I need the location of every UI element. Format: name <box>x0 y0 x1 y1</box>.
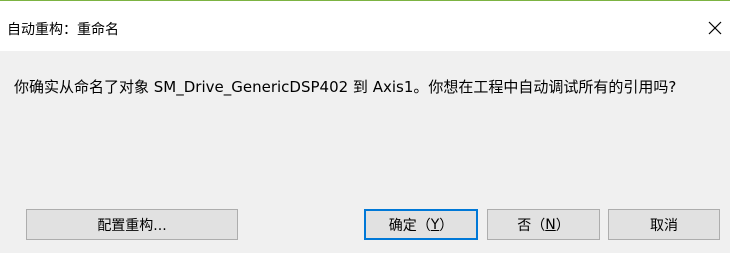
no-label-prefix: 否（ <box>517 217 546 234</box>
message-text-end: 。你想在工程中自动调试所有的引用吗? <box>413 78 677 96</box>
cancel-button[interactable]: 取消 <box>608 209 720 240</box>
rename-refactor-dialog: 自动重构：重命名 你确实从命名了对象 SM_Drive_GenericDSP40… <box>0 0 730 253</box>
no-label-suffix: ） <box>555 217 570 234</box>
yes-mnemonic: Y <box>430 216 440 233</box>
close-icon <box>707 20 723 36</box>
old-object-name: SM_Drive_GenericDSP402 <box>153 78 349 96</box>
message-text-start: 你确实从命名了对象 <box>14 78 154 96</box>
configure-refactoring-label: 配置重构... <box>97 217 167 234</box>
configure-refactoring-button[interactable]: 配置重构... <box>26 209 238 240</box>
new-object-name: Axis1 <box>372 78 414 96</box>
yes-button[interactable]: 确定（ Y） <box>364 209 478 240</box>
title-bar: 自动重构：重命名 <box>0 1 730 51</box>
message-text-to: 到 <box>348 78 373 96</box>
dialog-message: 你确实从命名了对象 SM_Drive_GenericDSP402 到 Axis1… <box>14 79 714 95</box>
yes-label-prefix: 确定（ <box>388 217 431 234</box>
no-button[interactable]: 否（ N） <box>487 209 600 240</box>
no-mnemonic: N <box>545 216 556 233</box>
close-button[interactable] <box>704 17 726 39</box>
window-title: 自动重构：重命名 <box>7 22 119 38</box>
yes-label-suffix: ） <box>439 217 454 234</box>
cancel-label: 取消 <box>650 217 678 234</box>
